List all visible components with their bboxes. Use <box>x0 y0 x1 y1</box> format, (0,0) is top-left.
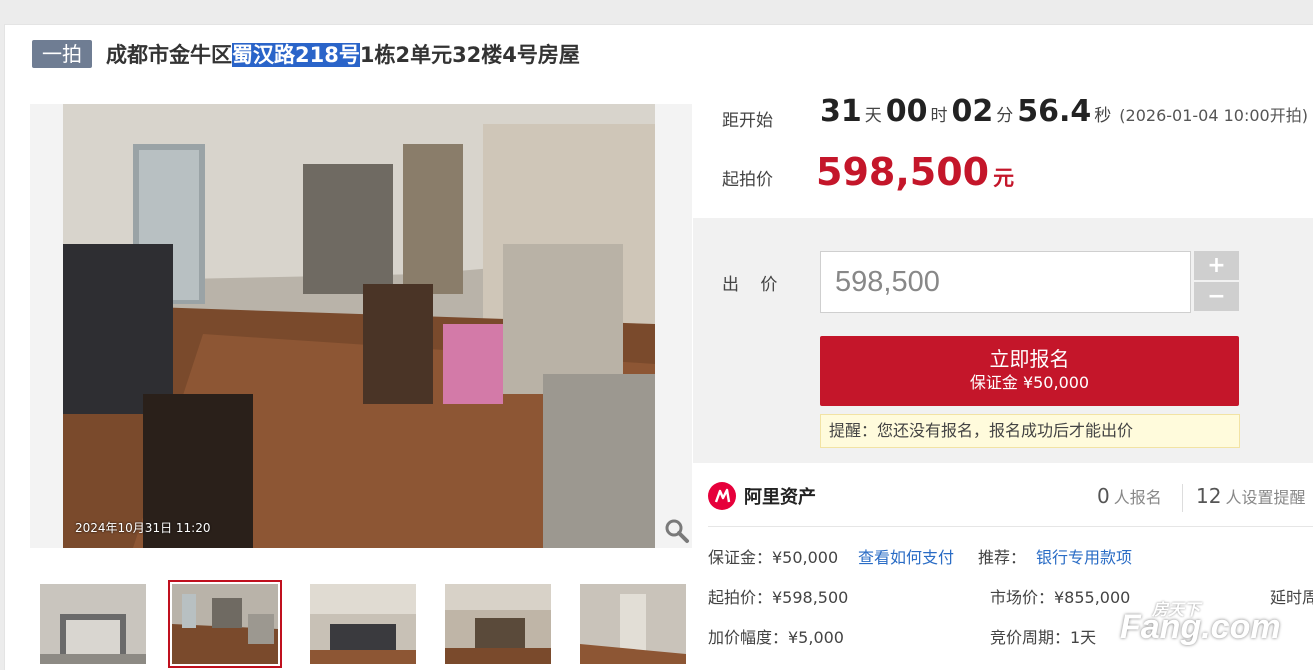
register-reminder: 提醒：您还没有报名，报名成功后才能出价 <box>820 414 1240 448</box>
title-highlight: 蜀汉路218号 <box>232 43 360 67</box>
start-price-info: 起拍价：¥598,500 <box>708 588 849 607</box>
thumbnail-exterior[interactable] <box>40 584 146 664</box>
bid-decrease-button[interactable]: − <box>1194 282 1239 311</box>
countdown-hours: 00 <box>885 94 928 129</box>
page-title: 成都市金牛区蜀汉路218号1栋2单元32楼4号房屋 <box>106 40 580 70</box>
bid-amount-input[interactable]: 598,500 <box>820 251 1191 313</box>
countdown-seconds: 56.4 <box>1017 94 1092 129</box>
bid-increase-button[interactable]: + <box>1194 251 1239 280</box>
register-deposit-label: 保证金 ¥50,000 <box>969 373 1090 392</box>
starting-price-value: 598,500 元 <box>816 150 1014 194</box>
fang-watermark: 房天下 Fang.com <box>1120 596 1300 656</box>
section-divider <box>708 526 1313 527</box>
how-to-pay-link[interactable]: 查看如何支付 <box>858 544 954 568</box>
title-suffix: 1栋2单元32楼4号房屋 <box>359 43 580 67</box>
thumbnail-living-room[interactable] <box>168 580 282 668</box>
register-button[interactable]: 立即报名 保证金 ¥50,000 <box>820 336 1239 406</box>
main-photo[interactable]: 2024年10月31日 11:20 <box>63 104 655 548</box>
stat-divider <box>1182 484 1183 512</box>
reminder-number: 12 <box>1196 484 1222 508</box>
start-time-note: (2026-01-04 10:00开拍) <box>1119 106 1308 125</box>
starting-price-unit: 元 <box>993 166 1015 190</box>
market-price-info: 市场价：¥855,000 <box>990 588 1131 607</box>
reminder-count: 12 人设置提醒 <box>1196 484 1305 508</box>
watermark-main: Fang.com <box>1120 608 1281 646</box>
deposit-info: 保证金：¥50,000 <box>708 548 839 567</box>
reminder-label: 人设置提醒 <box>1225 488 1306 507</box>
ali-assets-logo-icon <box>708 482 736 510</box>
starting-price-label: 起拍价 <box>722 170 773 190</box>
thumbnail-bedroom-1[interactable] <box>310 584 416 664</box>
countdown-minutes-unit: 分 <box>996 106 1014 126</box>
photo-timestamp: 2024年10月31日 11:20 <box>75 521 211 535</box>
bid-cycle-info: 竞价周期：1天 <box>990 628 1097 647</box>
countdown-label: 距开始 <box>722 111 773 131</box>
countdown-seconds-unit: 秒 <box>1094 106 1112 126</box>
increment-info: 加价幅度：¥5,000 <box>708 628 844 647</box>
countdown-days-unit: 天 <box>864 106 882 126</box>
bid-label: 出 价 <box>722 275 786 295</box>
thumbnail-hallway[interactable] <box>580 584 686 664</box>
auction-round-tag: 一拍 <box>32 40 92 68</box>
registered-number: 0 <box>1097 484 1110 508</box>
register-button-label: 立即报名 <box>989 347 1070 371</box>
countdown-days: 31 <box>820 94 862 129</box>
room-photo-illustration <box>63 104 655 548</box>
thumbnail-bedroom-2[interactable] <box>445 584 551 664</box>
countdown-hours-unit: 时 <box>930 106 948 126</box>
zoom-icon[interactable] <box>664 518 690 544</box>
title-prefix: 成都市金牛区 <box>106 43 232 67</box>
registered-label: 人报名 <box>1113 488 1162 507</box>
starting-price-number: 598,500 <box>816 150 990 194</box>
countdown-timer: 31 天 00 时 02 分 56.4 秒 (2026-01-04 10:00开拍) <box>820 94 1308 129</box>
registered-count: 0 人报名 <box>1097 484 1162 508</box>
bank-payment-link[interactable]: 银行专用款项 <box>1036 544 1132 568</box>
recommend-label: 推荐： <box>978 548 1027 567</box>
brand-name: 阿里资产 <box>744 487 816 508</box>
brand-logo[interactable]: 阿里资产 <box>708 480 828 512</box>
countdown-minutes: 02 <box>951 94 994 129</box>
